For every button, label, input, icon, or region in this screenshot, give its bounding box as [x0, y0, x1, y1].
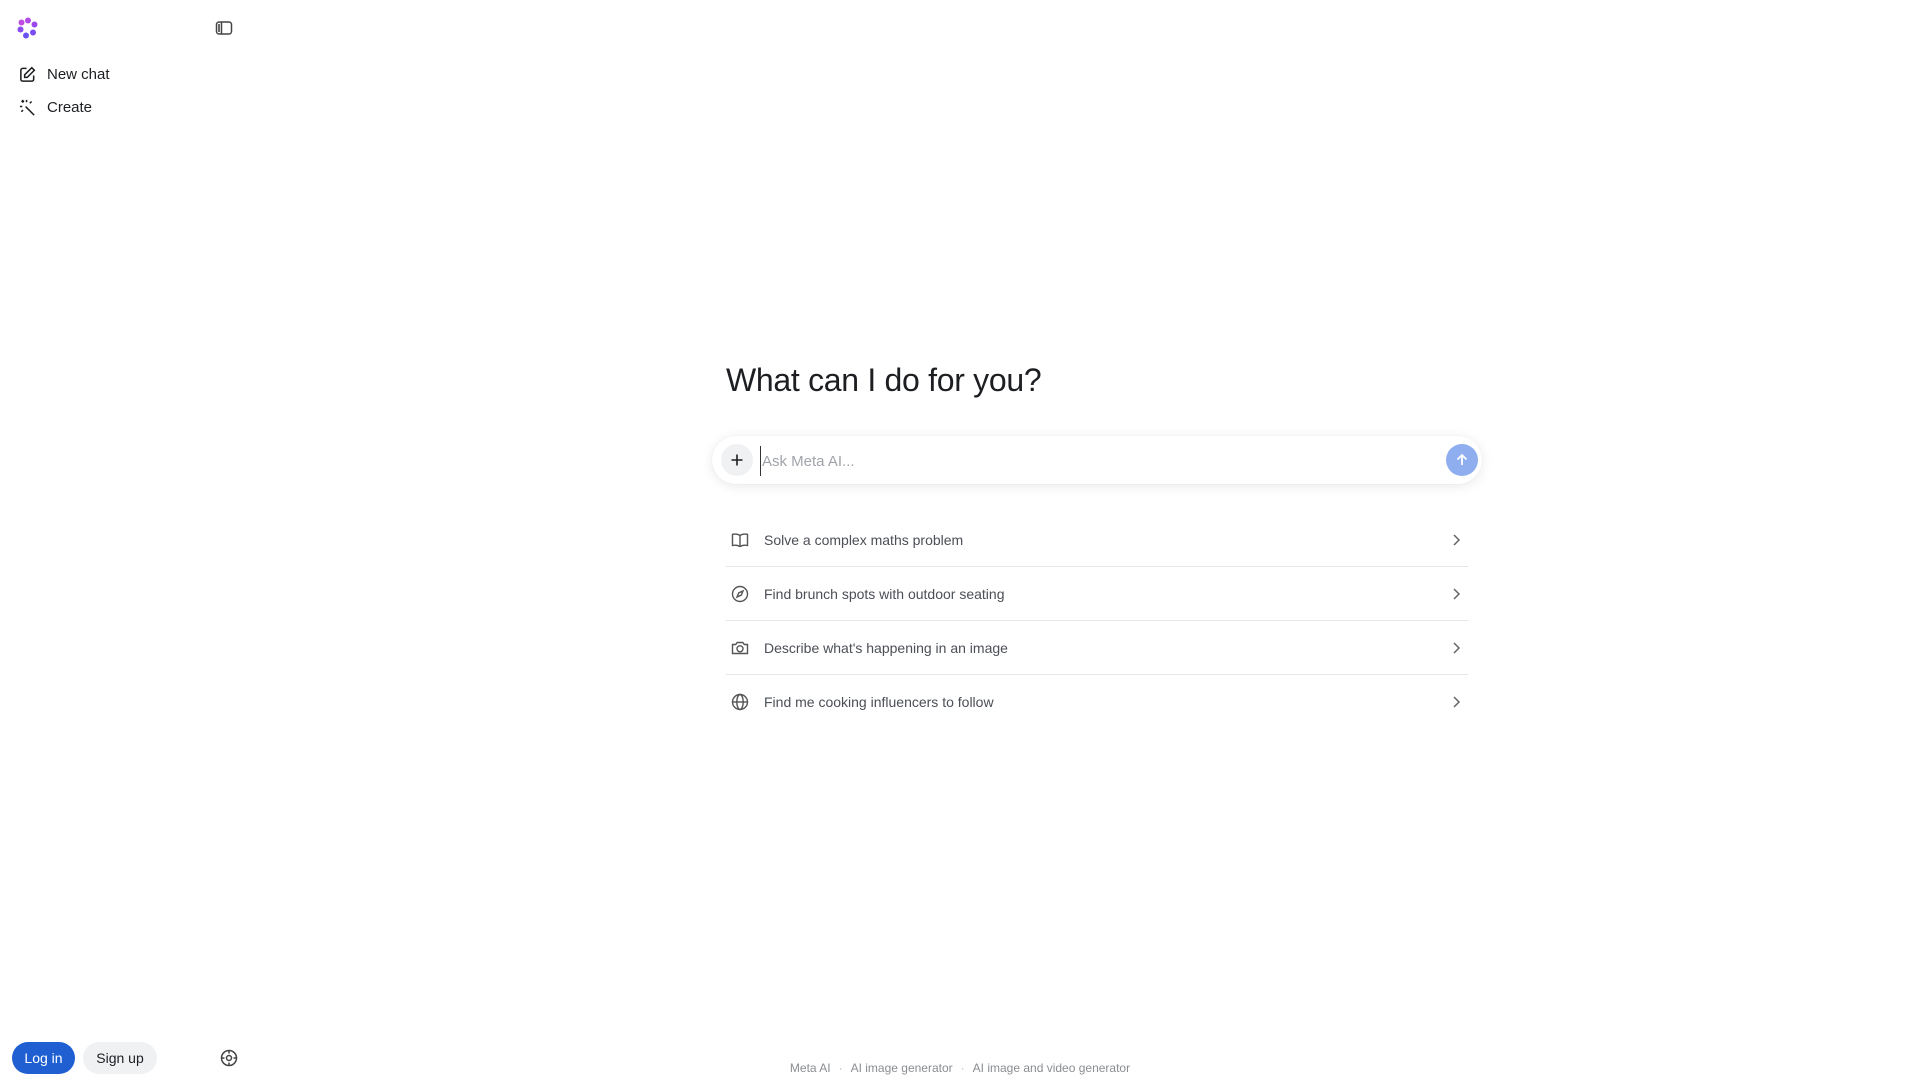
sidebar-item-label: New chat — [47, 65, 110, 83]
plus-icon — [731, 454, 743, 466]
chevron-right-icon — [1453, 641, 1461, 654]
footer-link-ai-image-generator[interactable]: AI image generator — [851, 1061, 953, 1075]
sidebar-item-create[interactable]: Create — [12, 92, 218, 122]
suggestion-item[interactable]: Describe what's happening in an image — [726, 621, 1468, 675]
footer-separator: · — [838, 1061, 843, 1075]
chevron-right-icon — [1453, 533, 1461, 546]
chevron-right-icon — [1453, 587, 1461, 600]
suggestion-item[interactable]: Solve a complex maths problem — [726, 513, 1468, 567]
page-title: What can I do for you? — [726, 362, 1042, 398]
chevron-right-icon — [1453, 695, 1461, 708]
sidebar-toggle-icon[interactable] — [214, 18, 234, 38]
book-icon — [731, 532, 749, 547]
edit-icon — [20, 66, 36, 82]
footer-separator: · — [960, 1061, 965, 1075]
compass-icon — [731, 585, 749, 602]
footer-link-meta-ai[interactable]: Meta AI — [790, 1061, 831, 1075]
globe-icon — [731, 693, 749, 710]
sidebar-item-new-chat[interactable]: New chat — [12, 59, 218, 89]
attach-button[interactable] — [721, 444, 753, 476]
meta-ai-logo-icon[interactable] — [16, 16, 40, 40]
suggestion-item[interactable]: Find brunch spots with outdoor seating — [726, 567, 1468, 621]
footer-link-ai-image-video-generator[interactable]: AI image and video generator — [973, 1061, 1130, 1075]
chat-input[interactable] — [760, 446, 1404, 476]
suggestion-label: Describe what's happening in an image — [764, 639, 1008, 656]
suggestion-label: Find me cooking influencers to follow — [764, 693, 994, 710]
sidebar-item-label: Create — [47, 98, 93, 116]
suggestion-label: Find brunch spots with outdoor seating — [764, 585, 1005, 602]
send-button[interactable] — [1446, 444, 1478, 476]
footer: Meta AI · AI image generator · AI image … — [0, 1061, 1920, 1075]
suggestion-list: Solve a complex maths problem Find brunc… — [726, 513, 1468, 728]
suggestion-label: Solve a complex maths problem — [764, 531, 964, 548]
camera-icon — [731, 641, 749, 654]
suggestion-item[interactable]: Find me cooking influencers to follow — [726, 675, 1468, 728]
arrow-up-icon — [1456, 453, 1468, 465]
magic-wand-icon — [19, 99, 35, 116]
chat-composer — [712, 436, 1482, 484]
sidebar: New chat Create Log in Sign up — [0, 0, 250, 1080]
